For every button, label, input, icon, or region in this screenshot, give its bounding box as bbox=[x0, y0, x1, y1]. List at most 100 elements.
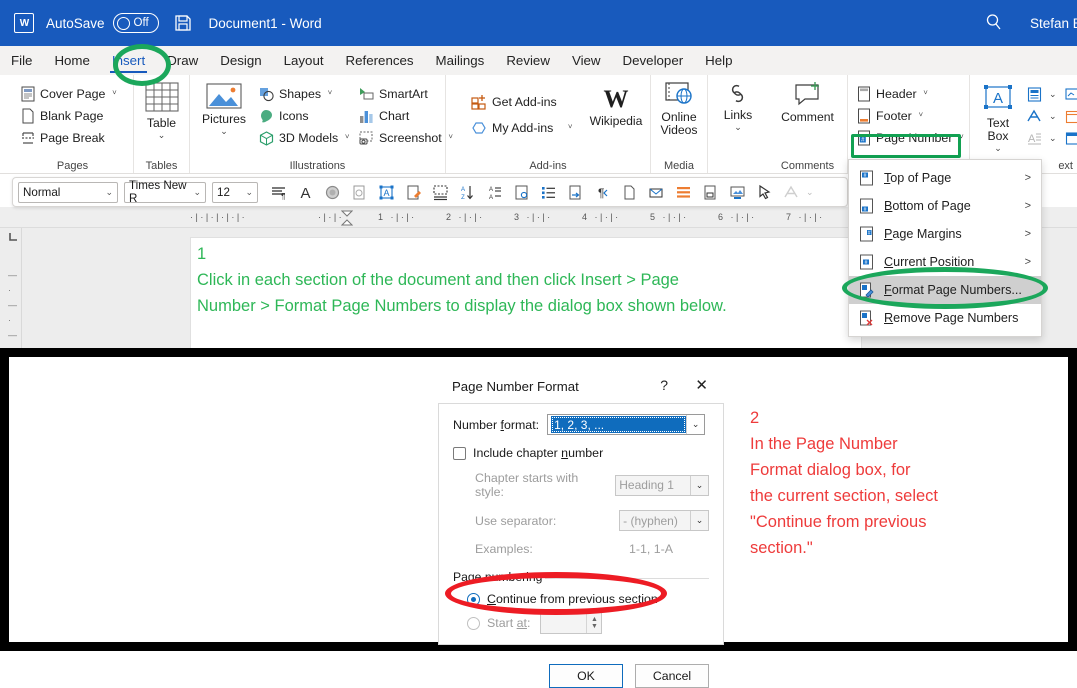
autosave-toggle[interactable]: Off bbox=[113, 13, 159, 33]
quick-parts-button[interactable]: ⌄ bbox=[1024, 83, 1060, 105]
picture-position-icon[interactable] bbox=[725, 180, 750, 204]
tab-review[interactable]: Review bbox=[495, 46, 561, 75]
cover-page-button[interactable]: Cover Page ⱽ bbox=[18, 83, 133, 105]
pictures-button[interactable]: Pictures ⌄ bbox=[198, 75, 250, 137]
chevron-down-icon[interactable]: ⱽ bbox=[328, 89, 332, 100]
chevron-down-icon[interactable]: ⌄ bbox=[994, 143, 1002, 154]
paragraph-format-icon[interactable]: ¶ bbox=[266, 180, 291, 204]
style-selector[interactable]: Normal ⌄ bbox=[18, 182, 118, 203]
tab-mailings[interactable]: Mailings bbox=[425, 46, 496, 75]
ok-button[interactable]: OK bbox=[549, 664, 623, 688]
wordart-button[interactable]: ⌄ bbox=[1024, 105, 1060, 127]
icons-button[interactable]: Icons bbox=[256, 105, 352, 127]
chevron-down-icon[interactable]: ⌄ bbox=[220, 126, 228, 137]
include-chapter-checkbox[interactable] bbox=[453, 447, 466, 460]
chevron-down-icon[interactable]: ⱽ bbox=[568, 123, 572, 134]
screenshot-button[interactable]: Screenshot ⱽ bbox=[356, 127, 456, 149]
footer-button[interactable]: Footer ⱽ bbox=[854, 105, 969, 127]
spinner-arrows-icon[interactable]: ▲▼ bbox=[586, 613, 601, 633]
tab-design[interactable]: Design bbox=[209, 46, 272, 75]
menu-item-format-page-numbers[interactable]: Format Page Numbers... bbox=[849, 276, 1041, 304]
envelope-icon[interactable] bbox=[644, 180, 669, 204]
include-chapter-row[interactable]: Include chapter number bbox=[453, 446, 709, 460]
number-format-combobox[interactable]: 1, 2, 3, ... ⌄ bbox=[547, 414, 705, 435]
start-at-radio[interactable] bbox=[467, 617, 480, 630]
indent-marker[interactable] bbox=[341, 210, 353, 226]
tab-layout[interactable]: Layout bbox=[273, 46, 335, 75]
object-button[interactable] bbox=[1062, 127, 1077, 149]
chevron-down-icon[interactable]: ⌄ bbox=[245, 187, 253, 198]
chevron-down-icon[interactable]: ⌄ bbox=[158, 130, 166, 141]
text-box-button[interactable]: A Text Box ⌄ bbox=[974, 79, 1022, 154]
page-setup-icon[interactable] bbox=[509, 180, 534, 204]
indent-icon[interactable] bbox=[563, 180, 588, 204]
wikipedia-button[interactable]: W Wikipedia bbox=[588, 81, 644, 128]
menu-item-current-position[interactable]: # Current Position > bbox=[849, 248, 1041, 276]
bullets-icon[interactable] bbox=[536, 180, 561, 204]
close-icon[interactable]: ✕ bbox=[695, 376, 708, 394]
font-selector[interactable]: Times New R ⌄ bbox=[124, 182, 206, 203]
continue-radio-row[interactable]: Continue from previous section bbox=[453, 592, 709, 606]
print-icon[interactable] bbox=[698, 180, 723, 204]
start-at-row[interactable]: Start at: ▲▼ bbox=[453, 612, 709, 634]
chart-button[interactable]: Chart bbox=[356, 105, 456, 127]
page-break-button[interactable]: Page Break bbox=[18, 127, 133, 149]
3d-models-button[interactable]: 3D Models ⱽ bbox=[256, 127, 352, 149]
tab-file[interactable]: File bbox=[0, 46, 43, 75]
tab-home[interactable]: Home bbox=[43, 46, 100, 75]
chevron-down-icon[interactable]: ⌄ bbox=[105, 187, 113, 198]
link-icon[interactable] bbox=[347, 180, 372, 204]
chevron-down-icon[interactable]: ⌄ bbox=[686, 415, 704, 434]
tab-help[interactable]: Help bbox=[694, 46, 743, 75]
help-icon[interactable]: ? bbox=[660, 377, 668, 393]
comment-button[interactable]: Comment bbox=[768, 75, 847, 124]
chevron-down-icon[interactable]: ⌄ bbox=[1049, 89, 1057, 100]
chevron-down-icon[interactable]: ⌄ bbox=[734, 122, 742, 133]
tab-insert[interactable]: Insert bbox=[101, 46, 156, 75]
shading-icon[interactable] bbox=[320, 180, 345, 204]
text-box-icon[interactable]: A bbox=[374, 180, 399, 204]
tab-developer[interactable]: Developer bbox=[612, 46, 695, 75]
font-size-selector[interactable]: 12 ⌄ bbox=[212, 182, 258, 203]
save-icon[interactable] bbox=[173, 13, 193, 33]
search-icon[interactable] bbox=[985, 13, 1003, 31]
sort-icon[interactable]: AZ bbox=[455, 180, 480, 204]
font-format-icon[interactable]: A bbox=[293, 180, 318, 204]
select-icon[interactable] bbox=[752, 180, 777, 204]
chevron-down-icon[interactable]: ⱽ bbox=[112, 89, 116, 100]
chevron-down-icon[interactable]: ⱽ bbox=[345, 133, 349, 144]
continue-from-previous-radio[interactable] bbox=[467, 593, 480, 606]
get-addins-button[interactable]: Get Add-ins bbox=[468, 89, 575, 115]
chevron-down-icon[interactable]: ⌄ bbox=[806, 187, 814, 198]
header-button[interactable]: Header ⱽ bbox=[854, 83, 969, 105]
blank-page-icon[interactable] bbox=[617, 180, 642, 204]
links-button[interactable]: Links ⌄ bbox=[708, 75, 768, 133]
paragraph-spacing-icon[interactable]: AA bbox=[482, 180, 507, 204]
tab-view[interactable]: View bbox=[561, 46, 612, 75]
blank-page-button[interactable]: Blank Page bbox=[18, 105, 133, 127]
menu-item-top-of-page[interactable]: # Top of Page > bbox=[849, 164, 1041, 192]
drop-cap-button[interactable]: A ⌄ bbox=[1024, 127, 1060, 149]
shapes-button[interactable]: Shapes ⱽ bbox=[256, 83, 352, 105]
menu-item-page-margins[interactable]: # Page Margins > bbox=[849, 220, 1041, 248]
menu-item-bottom-of-page[interactable]: # Bottom of Page > bbox=[849, 192, 1041, 220]
cancel-button[interactable]: Cancel bbox=[635, 664, 709, 688]
chevron-down-icon[interactable]: ⌄ bbox=[193, 187, 201, 198]
date-time-button[interactable] bbox=[1062, 105, 1077, 127]
smartart-button[interactable]: SmartArt bbox=[356, 83, 456, 105]
quick-parts-icon[interactable] bbox=[401, 180, 426, 204]
menu-item-remove-page-numbers[interactable]: Remove Page Numbers bbox=[849, 304, 1041, 332]
rtl-text-icon[interactable]: ¶ bbox=[590, 180, 615, 204]
chevron-down-icon[interactable]: ⌄ bbox=[1049, 133, 1057, 144]
chevron-down-icon[interactable]: ⌄ bbox=[1049, 111, 1057, 122]
tab-references[interactable]: References bbox=[335, 46, 425, 75]
chevron-down-icon[interactable]: ⱽ bbox=[924, 89, 928, 100]
tab-draw[interactable]: Draw bbox=[156, 46, 209, 75]
my-addins-button[interactable]: My Add-ins ⱽ bbox=[468, 115, 575, 141]
chevron-down-icon[interactable]: ⱽ bbox=[919, 111, 923, 122]
signature-line-button[interactable] bbox=[1062, 83, 1077, 105]
table-properties-icon[interactable] bbox=[428, 180, 453, 204]
start-at-spinner[interactable]: ▲▼ bbox=[540, 612, 602, 634]
table-button[interactable]: Table ⌄ bbox=[134, 75, 189, 141]
online-videos-button[interactable]: Online Videos bbox=[651, 75, 707, 137]
